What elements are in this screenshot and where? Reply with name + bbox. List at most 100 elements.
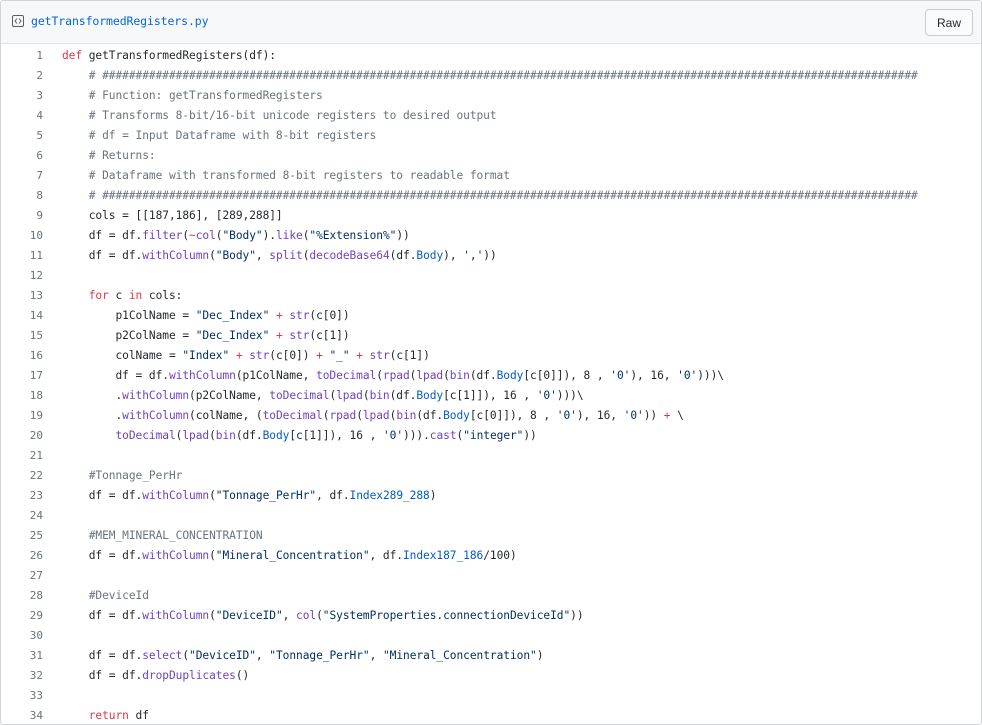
line-number[interactable]: 20 (1, 426, 43, 446)
code-line: 11 df = df.withColumn("Body", split(deco… (1, 246, 981, 266)
code-text: df = df.withColumn("Body", split(decodeB… (62, 249, 497, 262)
line-number[interactable]: 28 (1, 586, 43, 606)
code-text: df = df.withColumn("Mineral_Concentratio… (62, 549, 517, 562)
code-line: 25 #MEM_MINERAL_CONCENTRATION (1, 526, 981, 546)
line-number[interactable]: 25 (1, 526, 43, 546)
code-line: 21 (1, 446, 981, 466)
code-line: 29 df = df.withColumn("DeviceID", col("S… (1, 606, 981, 626)
line-number[interactable]: 27 (1, 566, 43, 586)
line-number[interactable]: 19 (1, 406, 43, 426)
code-text: #DeviceId (62, 589, 149, 602)
file-header: getTransformedRegisters.py Raw (1, 1, 981, 44)
line-number[interactable]: 4 (1, 106, 43, 126)
code-text: df = df.withColumn(p1ColName, toDecimal(… (62, 369, 724, 382)
code-line: 17 df = df.withColumn(p1ColName, toDecim… (1, 366, 981, 386)
code-line: 16 colName = "Index" + str(c[0]) + "_" +… (1, 346, 981, 366)
code-line: 24 (1, 506, 981, 526)
code-text: def getTransformedRegisters(df): (62, 49, 276, 62)
raw-button[interactable]: Raw (925, 9, 973, 36)
line-number[interactable]: 34 (1, 706, 43, 724)
code-line: 4 # Transforms 8-bit/16-bit unicode regi… (1, 106, 981, 126)
line-number[interactable]: 13 (1, 286, 43, 306)
code-file-panel: getTransformedRegisters.py Raw 1 def getT… (0, 0, 982, 725)
code-text: #Tonnage_PerHr (62, 469, 183, 482)
line-number[interactable]: 22 (1, 466, 43, 486)
line-number[interactable]: 5 (1, 126, 43, 146)
file-name-link[interactable]: getTransformedRegisters.py (31, 14, 209, 28)
code-text: df = df.withColumn("Tonnage_PerHr", df.I… (62, 489, 437, 502)
code-text: toDecimal(lpad(bin(df.Body[c[1]]), 16 , … (115, 429, 537, 442)
code-text: df = df.select("DeviceID", "Tonnage_PerH… (62, 649, 544, 662)
line-number[interactable]: 24 (1, 506, 43, 526)
line-number[interactable]: 7 (1, 166, 43, 186)
line-number[interactable]: 15 (1, 326, 43, 346)
code-line: 31 df = df.select("DeviceID", "Tonnage_P… (1, 646, 981, 666)
code-line: 10 df = df.filter(~col("Body").like("%Ex… (1, 226, 981, 246)
code-line: 30 (1, 626, 981, 646)
code-line: 32 df = df.dropDuplicates() (1, 666, 981, 686)
line-number[interactable]: 6 (1, 146, 43, 166)
line-number[interactable]: 23 (1, 486, 43, 506)
code-text: .withColumn(p2ColName, toDecimal(lpad(bi… (62, 389, 584, 402)
code-text: for c in cols: (88, 289, 183, 302)
line-number[interactable]: 16 (1, 346, 43, 366)
line-number[interactable]: 9 (1, 206, 43, 226)
line-number[interactable]: 32 (1, 666, 43, 686)
code-line: 34 return df (1, 706, 981, 724)
code-line: 27 (1, 566, 981, 586)
line-number[interactable]: 18 (1, 386, 43, 406)
line-number[interactable]: 11 (1, 246, 43, 266)
code-text: #MEM_MINERAL_CONCENTRATION (62, 529, 263, 542)
code-line: 1 def getTransformedRegisters(df): (1, 46, 981, 66)
code-text: # df = Input Dataframe with 8-bit regist… (62, 129, 377, 142)
code-line: 22 #Tonnage_PerHr (1, 466, 981, 486)
code-text: p2ColName = "Dec_Index" + str(c[1]) (62, 329, 350, 342)
code-line: 28 #DeviceId (1, 586, 981, 606)
code-line: 5 # df = Input Dataframe with 8-bit regi… (1, 126, 981, 146)
code-line: 6 # Returns: (1, 146, 981, 166)
code-text: # Function: getTransformedRegisters (62, 89, 323, 102)
line-number[interactable]: 10 (1, 226, 43, 246)
code-text: # Transforms 8-bit/16-bit unicode regist… (62, 109, 497, 122)
code-line: 33 (1, 686, 981, 706)
code-line: 15 p2ColName = "Dec_Index" + str(c[1]) (1, 326, 981, 346)
code-line: 19 .withColumn(colName, (toDecimal(rpad(… (1, 406, 981, 426)
code-text: # ######################################… (62, 69, 918, 82)
code-file-icon (12, 15, 24, 27)
line-number[interactable]: 12 (1, 266, 43, 286)
code-line: 12 (1, 266, 981, 286)
code-line: 18 .withColumn(p2ColName, toDecimal(lpad… (1, 386, 981, 406)
line-number[interactable]: 1 (1, 46, 43, 66)
line-number[interactable]: 3 (1, 86, 43, 106)
code-line: 7 # Dataframe with transformed 8-bit reg… (1, 166, 981, 186)
code-line: 3 # Function: getTransformedRegisters (1, 86, 981, 106)
line-number[interactable]: 29 (1, 606, 43, 626)
code-line: 13 for c in cols: (1, 286, 981, 306)
line-number[interactable]: 31 (1, 646, 43, 666)
code-line: 23 df = df.withColumn("Tonnage_PerHr", d… (1, 486, 981, 506)
code-text: # Returns: (62, 149, 156, 162)
code-line: 20 toDecimal(lpad(bin(df.Body[c[1]]), 16… (1, 426, 981, 446)
line-number[interactable]: 21 (1, 446, 43, 466)
line-number[interactable]: 26 (1, 546, 43, 566)
code-text: .withColumn(colName, (toDecimal(rpad(lpa… (62, 409, 684, 422)
line-number[interactable]: 14 (1, 306, 43, 326)
code-text: colName = "Index" + str(c[0]) + "_" + st… (62, 349, 430, 362)
code-text: # ######################################… (62, 189, 918, 202)
line-number[interactable]: 33 (1, 686, 43, 706)
code-line: 8 # ####################################… (1, 186, 981, 206)
code-text: df = df.dropDuplicates() (62, 669, 250, 682)
code-line: 26 df = df.withColumn("Mineral_Concentra… (1, 546, 981, 566)
code-text: df = df.filter(~col("Body").like("%Exten… (62, 229, 410, 242)
code-line: 14 p1ColName = "Dec_Index" + str(c[0]) (1, 306, 981, 326)
code-line: 9 cols = [[187,186], [289,288]] (1, 206, 981, 226)
code-text: # Dataframe with transformed 8-bit regis… (62, 169, 510, 182)
line-number[interactable]: 2 (1, 66, 43, 86)
line-number[interactable]: 17 (1, 366, 43, 386)
line-number[interactable]: 8 (1, 186, 43, 206)
code-text: return df (88, 709, 149, 722)
code-text: cols = [[187,186], [289,288]] (62, 209, 283, 222)
code-line: 2 # ####################################… (1, 66, 981, 86)
code-text: p1ColName = "Dec_Index" + str(c[0]) (62, 309, 350, 322)
line-number[interactable]: 30 (1, 626, 43, 646)
